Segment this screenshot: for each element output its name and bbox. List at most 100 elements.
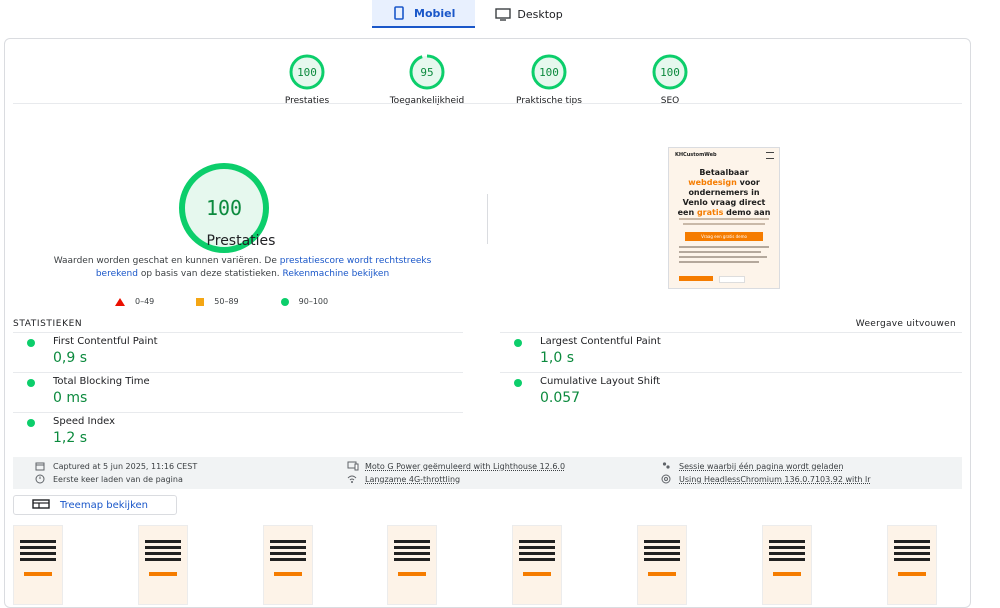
frame-text-line (20, 540, 56, 543)
score-label: Praktische tips (516, 96, 582, 106)
metric-value: 0.057 (540, 390, 581, 406)
legend-label: 50–89 (214, 297, 239, 306)
preview-text-line (679, 218, 769, 220)
frame-text-line (893, 558, 930, 561)
filmstrip-frame (637, 525, 687, 605)
treemap-label: Treemap bekijken (60, 499, 149, 511)
score-gauge: 95 (409, 54, 445, 90)
preview-text-line (679, 256, 767, 258)
metric-fcp: First Contentful Paint 0,9 s (13, 332, 463, 373)
info-browser[interactable]: Using HeadlessChromium 136.0.7103.92 wit… (661, 474, 871, 484)
desc-text: Waarden worden geschat en kunnen variëre… (53, 256, 280, 266)
browser-icon (661, 474, 671, 484)
preview-text-line (679, 251, 761, 253)
preview-cta: Vraag een gratis demo (685, 232, 763, 241)
frame-text-line (144, 546, 181, 549)
people-icon (661, 461, 671, 471)
metric-tbt: Total Blocking Time 0 ms (13, 372, 463, 413)
frame-text-line (20, 558, 56, 561)
legend-average: 50–89 (196, 297, 239, 306)
frame-text-line (269, 558, 306, 561)
phone-icon (392, 6, 406, 20)
expand-view-toggle[interactable]: Weergave uitvouwen (856, 319, 956, 329)
scores-row: 100 Prestaties 95 Toegankelijkheid 100 P… (5, 53, 970, 106)
info-throttling[interactable]: Langzame 4G-throttling (347, 474, 460, 484)
frame-text-line (768, 546, 805, 549)
frame-cta (398, 572, 427, 576)
filmstrip (13, 525, 970, 605)
info-text: Sessie waarbij één pagina wordt geladen (679, 461, 844, 471)
pass-dot-icon (27, 379, 35, 387)
calculator-link[interactable]: Rekenmachine bekijken (283, 269, 390, 279)
info-captured: Captured at 5 jun 2025, 11:16 CEST (35, 461, 197, 471)
metric-value: 0 ms (53, 390, 88, 406)
score-label: SEO (660, 96, 680, 106)
score-praktische-tips[interactable]: 100 Praktische tips (489, 53, 609, 106)
filmstrip-frame (512, 525, 563, 605)
frame-text-line (519, 540, 556, 543)
menu-icon (766, 152, 774, 159)
timer-icon (35, 474, 45, 484)
report-card: 100 Prestaties 95 Toegankelijkheid 100 P… (4, 38, 971, 608)
frame-cta (148, 572, 177, 576)
frame-text-line (768, 552, 805, 555)
frame-cta (772, 572, 801, 576)
score-gauge: 100 (531, 54, 567, 90)
frame-cta (648, 572, 676, 576)
info-text: Captured at 5 jun 2025, 11:16 CEST (53, 461, 198, 471)
legend-label: 90–100 (298, 297, 329, 306)
headline-accent: gratis (696, 208, 724, 217)
frame-text-line (394, 540, 431, 543)
score-value: 100 (539, 66, 559, 79)
info-session[interactable]: Sessie waarbij één pagina wordt geladen (661, 461, 844, 471)
treemap-button[interactable]: Treemap bekijken (13, 495, 177, 515)
frame-cta (24, 572, 52, 576)
headline-part: demo aan (726, 208, 771, 217)
metric-name: First Contentful Paint (53, 336, 158, 347)
frame-text-line (519, 552, 556, 555)
score-label: Prestaties (284, 96, 330, 106)
frame-cta (897, 572, 926, 576)
vertical-divider (487, 194, 488, 244)
score-gauge: 100 (289, 54, 325, 90)
treemap-icon (32, 498, 50, 512)
frame-text-line (144, 558, 181, 561)
frame-text-line (20, 546, 56, 549)
frame-text-line (644, 546, 680, 549)
frame-text-line (644, 540, 680, 543)
metric-name: Speed Index (53, 416, 116, 427)
frame-text-line (519, 546, 556, 549)
frame-text-line (269, 552, 306, 555)
score-toegankelijkheid[interactable]: 95 Toegankelijkheid (367, 53, 487, 106)
frame-text-line (519, 558, 556, 561)
filmstrip-frame (262, 525, 313, 605)
score-gauge: 100 (652, 54, 688, 90)
score-seo[interactable]: 100 SEO (610, 53, 730, 106)
frame-text-line (144, 540, 181, 543)
legend-fail: 0–49 (115, 297, 154, 306)
tab-desktop-label: Desktop (517, 7, 563, 21)
preview-text-line (679, 261, 759, 263)
info-text: Langzame 4G-throttling (365, 474, 461, 484)
headline-part: Betaalbaar (699, 168, 749, 177)
legend-pass: 90–100 (280, 297, 329, 306)
tab-desktop[interactable]: Desktop (475, 0, 582, 28)
info-device[interactable]: Moto G Power geëmuleerd with Lighthouse … (347, 461, 565, 471)
filmstrip-frame (137, 525, 188, 605)
final-screenshot[interactable]: KHCustomWeb Betaalbaar webdesign voor on… (668, 147, 780, 289)
metric-lcp: Largest Contentful Paint 1,0 s (500, 332, 962, 373)
stats-header: STATISTIEKEN Weergave uitvouwen (13, 319, 962, 329)
monitor-icon (495, 7, 512, 21)
filmstrip-frame (13, 525, 63, 605)
filmstrip-frame (761, 525, 812, 605)
score-value: 95 (420, 66, 433, 79)
tab-mobiel-label: Mobiel (414, 6, 456, 20)
tab-mobiel[interactable]: Mobiel (372, 0, 476, 28)
square-icon (196, 297, 205, 306)
score-value: 100 (297, 66, 317, 79)
score-prestaties[interactable]: 100 Prestaties (247, 53, 367, 106)
frame-cta (273, 572, 302, 576)
frame-text-line (269, 540, 306, 543)
preview-text-line (683, 223, 765, 225)
frame-text-line (269, 546, 306, 549)
